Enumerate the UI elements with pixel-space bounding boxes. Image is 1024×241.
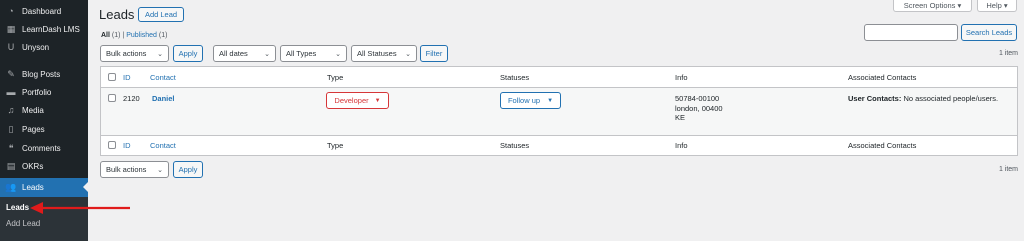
column-id-footer[interactable]: ID bbox=[123, 141, 131, 150]
sidebar-item-media[interactable]: ♫ Media bbox=[0, 101, 88, 119]
learndash-icon: ▦ bbox=[6, 23, 16, 34]
sidebar-item-label: LearnDash LMS bbox=[22, 24, 80, 34]
column-type-header: Type bbox=[327, 73, 344, 82]
pin-icon: ✎ bbox=[7, 68, 15, 79]
info-line: KE bbox=[675, 113, 686, 122]
chevron-down-icon: ⌄ bbox=[335, 50, 341, 58]
view-all-link[interactable]: All bbox=[101, 32, 110, 39]
sidebar-item-unyson[interactable]: U Unyson bbox=[0, 38, 88, 56]
type-value: Developer bbox=[334, 96, 369, 105]
sidebar-item-label: Unyson bbox=[22, 42, 50, 52]
sidebar-item-dashboard[interactable]: ◔ Dashboard bbox=[0, 2, 88, 20]
media-icon: ♫ bbox=[7, 105, 15, 115]
sidebar-item-label: Comments bbox=[22, 143, 61, 153]
column-associated-contacts-footer: Associated Contacts bbox=[848, 141, 917, 150]
dashboard-icon: ◔ bbox=[8, 6, 14, 16]
sidebar-item-portfolio[interactable]: ▬ Portfolio bbox=[0, 83, 88, 101]
sidebar-item-label: OKRs bbox=[22, 161, 44, 171]
chevron-down-icon: ⌄ bbox=[264, 50, 270, 58]
assoc-label: User Contacts: bbox=[848, 94, 902, 103]
filter-button[interactable]: Filter bbox=[420, 45, 448, 62]
page-title: Leads bbox=[99, 7, 135, 22]
row-id: 2120 bbox=[123, 94, 140, 103]
column-contact-header[interactable]: Contact bbox=[150, 73, 176, 82]
pages-icon: ▯ bbox=[8, 123, 14, 134]
assoc-value: No associated people/users. bbox=[901, 94, 999, 103]
help-button[interactable]: Help ▾ bbox=[977, 0, 1017, 12]
status-dropdown[interactable]: Follow up ▼ bbox=[500, 92, 561, 109]
sidebar-item-label: Media bbox=[22, 105, 44, 115]
select-all-checkbox-footer[interactable] bbox=[108, 141, 116, 149]
sidebar-item-okrs[interactable]: ▤ OKRs bbox=[0, 157, 88, 175]
sidebar-item-leads[interactable]: 👥 Leads bbox=[0, 178, 88, 197]
leads-table: ID Contact Type Statuses Info Associated… bbox=[100, 66, 1018, 156]
dates-select[interactable]: All dates ⌄ bbox=[213, 45, 276, 62]
info-line: london, 00400 bbox=[675, 103, 723, 113]
caret-down-icon: ▼ bbox=[374, 97, 381, 104]
type-dropdown[interactable]: Developer ▼ bbox=[326, 92, 389, 109]
dates-value: All dates bbox=[219, 49, 248, 58]
unyson-icon: U bbox=[7, 42, 15, 52]
column-associated-contacts-header: Associated Contacts bbox=[848, 73, 917, 82]
search-leads-button[interactable]: Search Leads bbox=[961, 24, 1017, 41]
view-published-count: (1) bbox=[158, 32, 168, 39]
column-id-header[interactable]: ID bbox=[123, 73, 131, 82]
bulk-actions-value: Bulk actions bbox=[106, 49, 147, 58]
view-filters: All (1) | Published (1) bbox=[101, 32, 167, 39]
sidebar-item-blog-posts[interactable]: ✎ Blog Posts bbox=[0, 65, 88, 83]
statuses-value: All Statuses bbox=[357, 49, 397, 58]
submenu-item-leads[interactable]: Leads bbox=[6, 203, 29, 212]
status-value: Follow up bbox=[507, 96, 541, 105]
apply-button-bottom[interactable]: Apply bbox=[173, 161, 203, 178]
sidebar-item-label: Portfolio bbox=[22, 87, 52, 97]
column-statuses-header: Statuses bbox=[500, 73, 530, 82]
types-value: All Types bbox=[286, 49, 317, 58]
okrs-icon: ▤ bbox=[6, 160, 16, 171]
sidebar-item-comments[interactable]: ❝ Comments bbox=[0, 139, 88, 157]
column-info-footer: Info bbox=[675, 141, 688, 150]
items-count-bottom: 1 item bbox=[998, 166, 1018, 173]
sidebar-item-pages[interactable]: ▯ Pages bbox=[0, 120, 88, 138]
sidebar-item-label: Blog Posts bbox=[22, 69, 61, 79]
chevron-down-icon: ⌄ bbox=[157, 166, 163, 174]
sidebar-item-label: Pages bbox=[22, 124, 45, 134]
apply-button-top[interactable]: Apply bbox=[173, 45, 203, 62]
row-contact-link[interactable]: Daniel bbox=[152, 94, 175, 103]
header-divider bbox=[101, 87, 1017, 88]
chevron-down-icon: ⌄ bbox=[405, 50, 411, 58]
bulk-actions-select-top[interactable]: Bulk actions ⌄ bbox=[100, 45, 169, 62]
submenu-item-add-lead[interactable]: Add Lead bbox=[6, 219, 40, 228]
statuses-select[interactable]: All Statuses ⌄ bbox=[351, 45, 417, 62]
row-checkbox[interactable] bbox=[108, 94, 116, 102]
chevron-down-icon: ⌄ bbox=[157, 50, 163, 58]
column-statuses-footer: Statuses bbox=[500, 141, 530, 150]
column-contact-footer[interactable]: Contact bbox=[150, 141, 176, 150]
items-count-top: 1 item bbox=[998, 50, 1018, 57]
comments-icon: ❝ bbox=[8, 142, 14, 153]
bulk-actions-value: Bulk actions bbox=[106, 165, 147, 174]
column-type-footer: Type bbox=[327, 141, 344, 150]
view-all-count: (1) bbox=[111, 32, 121, 39]
view-separator: | bbox=[122, 32, 125, 39]
select-all-checkbox[interactable] bbox=[108, 73, 116, 81]
footer-divider bbox=[101, 135, 1017, 136]
sidebar-item-label: Leads bbox=[22, 183, 44, 192]
types-select[interactable]: All Types ⌄ bbox=[280, 45, 347, 62]
column-info-header: Info bbox=[675, 73, 688, 82]
info-line: 50784-00100 bbox=[675, 94, 720, 103]
row-associated-contacts: User Contacts: No associated people/user… bbox=[848, 94, 998, 103]
screen-options-button[interactable]: Screen Options ▾ bbox=[893, 0, 972, 12]
leads-icon: 👥 bbox=[5, 182, 17, 192]
sidebar-item-label: Dashboard bbox=[22, 6, 62, 16]
bulk-actions-select-bottom[interactable]: Bulk actions ⌄ bbox=[100, 161, 169, 178]
search-input[interactable] bbox=[864, 24, 958, 41]
add-lead-button[interactable]: Add Lead bbox=[138, 7, 184, 22]
portfolio-icon: ▬ bbox=[6, 87, 16, 97]
caret-down-icon: ▼ bbox=[547, 97, 554, 104]
row-info: 50784-00100 london, 00400 KE bbox=[675, 94, 723, 123]
view-published-link[interactable]: Published bbox=[126, 32, 157, 39]
sidebar-item-learndash[interactable]: ▦ LearnDash LMS bbox=[0, 20, 88, 38]
annotation-arrow-icon bbox=[30, 202, 130, 214]
